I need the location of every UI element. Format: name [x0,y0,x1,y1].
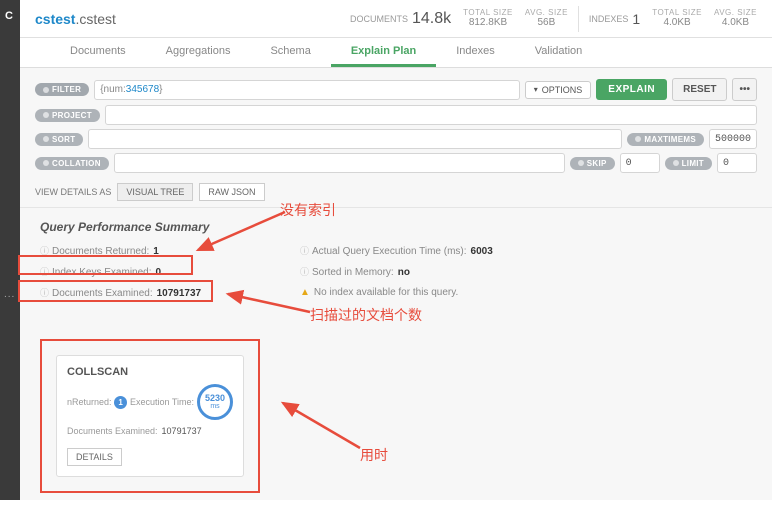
sort-pill: SORT [35,133,83,146]
project-input[interactable] [105,105,757,125]
documents-count: 14.8k [412,10,451,28]
stage-card-outer: COLLSCAN nReturned: 1 Execution Time: 52… [40,339,260,493]
summary-title: Query Performance Summary [40,220,752,234]
collection-header: cstest.cstest DOCUMENTS 14.8k TOTAL SIZE… [20,0,772,38]
collation-pill: COLLATION [35,157,109,170]
tab-aggregations[interactable]: Aggregations [146,38,251,67]
details-button[interactable]: DETAILS [67,448,122,466]
explain-content: Query Performance Summary ⓘDocuments Ret… [20,208,772,505]
nreturned-label: nReturned: 1 [67,396,127,409]
project-pill: PROJECT [35,109,100,122]
more-button[interactable]: ••• [732,78,757,101]
skip-input[interactable]: 0 [620,153,660,173]
exec-time-circle: 5230 ms [197,384,233,420]
tab-explain-plan[interactable]: Explain Plan [331,38,436,67]
tab-validation[interactable]: Validation [515,38,603,67]
main-panel: cstest.cstest DOCUMENTS 14.8k TOTAL SIZE… [20,0,772,500]
nreturned-badge: 1 [114,396,127,409]
documents-label: DOCUMENTS [350,14,408,24]
options-button[interactable]: ▾OPTIONS [525,81,592,99]
sidebar-logo-icon: C [5,10,13,22]
collection-tabs: Documents Aggregations Schema Explain Pl… [20,38,772,68]
limit-input[interactable]: 0 [717,153,757,173]
stage-docs-examined-label: Documents Examined: [67,426,158,436]
no-index-warning: ▲No index available for this query. [300,287,620,298]
arrow-icon [190,210,300,260]
stage-name: COLLSCAN [67,366,233,378]
namespace-db: cstest [35,11,75,27]
avg-size-block: AVG. SIZE 56B [525,9,568,29]
view-as-bar: VIEW DETAILS AS VISUAL TREE RAW JSON [20,177,772,208]
limit-pill: LIMIT [665,157,712,170]
arrow-icon [275,398,365,453]
indexes-count: 1 [632,11,640,27]
view-as-label: VIEW DETAILS AS [35,187,111,197]
info-icon: ⓘ [300,246,309,256]
index-keys-row: ⓘIndex Keys Examined:0 [40,265,300,278]
annotation-docs-scanned: 扫描过的文档个数 [310,305,422,325]
stage-card: COLLSCAN nReturned: 1 Execution Time: 52… [56,355,244,477]
sort-input[interactable] [88,129,622,149]
filter-input[interactable]: {num: 345678} [94,80,520,100]
namespace-coll: .cstest [75,11,115,27]
skip-pill: SKIP [570,157,615,170]
tab-schema[interactable]: Schema [250,38,330,67]
info-icon: ⓘ [40,267,49,277]
namespace: cstest.cstest [35,11,116,27]
idx-total-size-block: TOTAL SIZE 4.0KB [652,9,702,29]
info-icon: ⓘ [40,246,49,256]
collation-input[interactable] [114,153,565,173]
divider [578,6,579,32]
stage-exec-label: Execution Time: [130,397,194,407]
reset-button[interactable]: RESET [672,78,727,101]
info-icon: ⓘ [300,267,309,277]
arrow-icon [220,290,315,320]
stage-docs-examined-val: 10791737 [162,426,202,436]
sorted-mem-row: ⓘSorted in Memory:no [300,265,620,278]
tab-indexes[interactable]: Indexes [436,38,515,67]
sidebar-dots-icon: ... [4,289,15,300]
query-bar: FILTER {num: 345678} ▾OPTIONS EXPLAIN RE… [20,68,772,173]
info-icon: ⓘ [40,288,49,298]
visual-tree-button[interactable]: VISUAL TREE [117,183,193,201]
left-sidebar: C ... [0,0,20,500]
idx-avg-size-block: AVG. SIZE 4.0KB [714,9,757,29]
exec-time-row: ⓘActual Query Execution Time (ms):6003 [300,244,620,257]
maxtimems-pill: MAXTIMEMS [627,133,704,146]
summary-grid: ⓘDocuments Returned:1 ⓘActual Query Exec… [40,244,752,299]
raw-json-button[interactable]: RAW JSON [199,183,264,201]
total-size-block: TOTAL SIZE 812.8KB [463,9,513,29]
filter-pill: FILTER [35,83,89,96]
explain-button[interactable]: EXPLAIN [596,79,667,100]
tab-documents[interactable]: Documents [50,38,146,67]
maxtimems-input[interactable]: 500000 [709,129,757,149]
indexes-label: INDEXES [589,14,629,24]
